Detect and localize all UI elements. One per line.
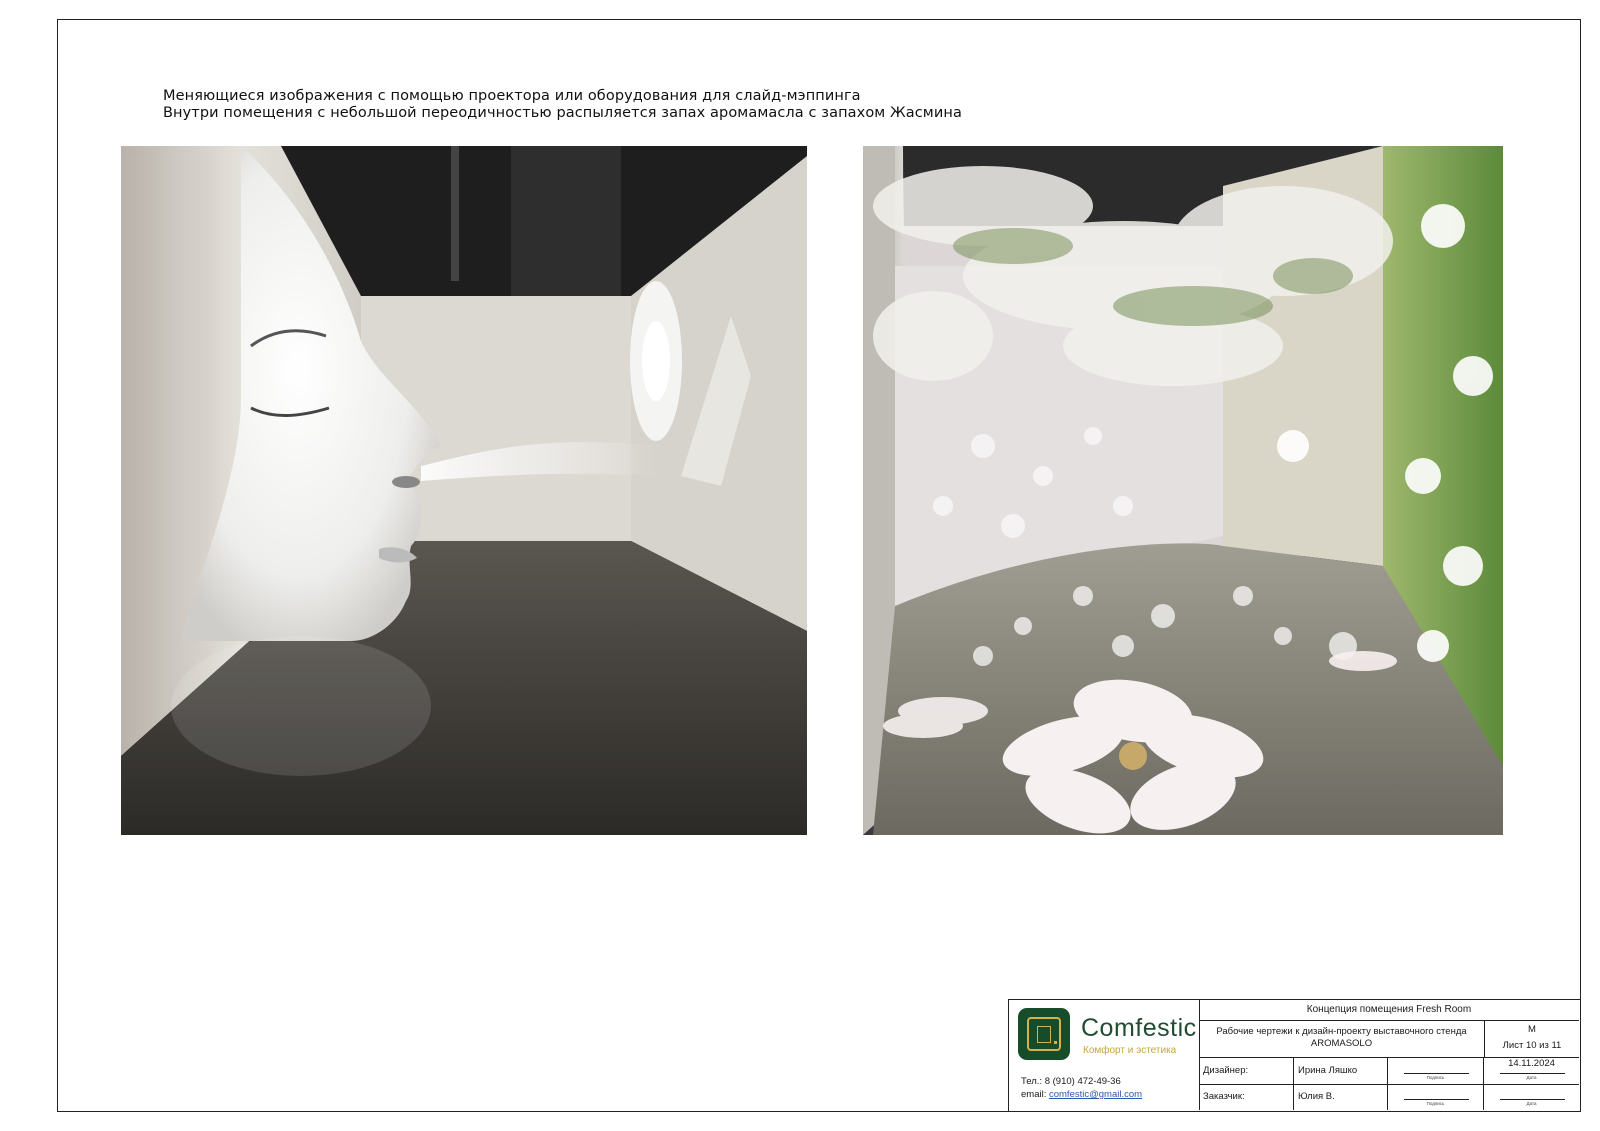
customer-signature: Подпись (1388, 1084, 1484, 1110)
scale-label: М (1528, 1024, 1536, 1035)
signature-caption: Подпись (1426, 1101, 1445, 1106)
drawing-description: Рабочие чертежи к дизайн-проекту выставо… (1199, 1020, 1485, 1058)
caption-line-1: Меняющиеся изображения с помощью проекто… (163, 88, 861, 104)
designer-name: Ирина Ляшко (1294, 1058, 1388, 1084)
contact-email: email: comfestic@gmail.com (1021, 1089, 1142, 1100)
designer-label: Дизайнер: (1199, 1058, 1294, 1084)
designer-row: Дизайнер: Ирина Ляшко Подпись 14.11.2024… (1199, 1058, 1579, 1085)
projected-face-photo (121, 146, 807, 835)
customer-date-cell: Дата (1484, 1084, 1579, 1110)
customer-name: Юлия В. (1294, 1084, 1388, 1110)
brand-name: Comfestic (1081, 1014, 1197, 1042)
brand-tagline: Комфорт и эстетика (1083, 1045, 1177, 1056)
customer-row: Заказчик: Юлия В. Подпись Дата (1199, 1084, 1579, 1110)
email-label: email: (1021, 1089, 1047, 1100)
sheet-date: 14.11.2024 (1508, 1058, 1555, 1069)
caption: Меняющиеся изображения с помощью проекто… (163, 88, 962, 122)
email-link[interactable]: comfestic@gmail.com (1049, 1089, 1142, 1100)
date-cell: 14.11.2024 Дата (1484, 1058, 1579, 1084)
contact-phone: Тел.: 8 (910) 472-49-36 (1021, 1076, 1121, 1087)
signature-caption: Подпись (1426, 1075, 1445, 1080)
comfestic-logo-icon (1018, 1008, 1070, 1060)
title-block: Comfestic Комфорт и эстетика Тел.: 8 (91… (1008, 999, 1581, 1112)
logo-cell: Comfestic Комфорт и эстетика Тел.: 8 (91… (1009, 1000, 1200, 1110)
date-caption: Дата (1526, 1101, 1537, 1106)
sheet-number: Лист 10 из 11 (1502, 1040, 1562, 1051)
customer-label: Заказчик: (1199, 1084, 1294, 1110)
designer-signature: Подпись (1388, 1058, 1484, 1084)
drawing-title: Концепция помещения Fresh Room (1199, 1000, 1579, 1021)
date-caption: Дата (1526, 1075, 1537, 1080)
caption-line-2: Внутри помещения с небольшой переодичнос… (163, 105, 962, 121)
floral-corridor-photo (863, 146, 1503, 835)
sheet-info: М Лист 10 из 11 (1485, 1020, 1579, 1058)
